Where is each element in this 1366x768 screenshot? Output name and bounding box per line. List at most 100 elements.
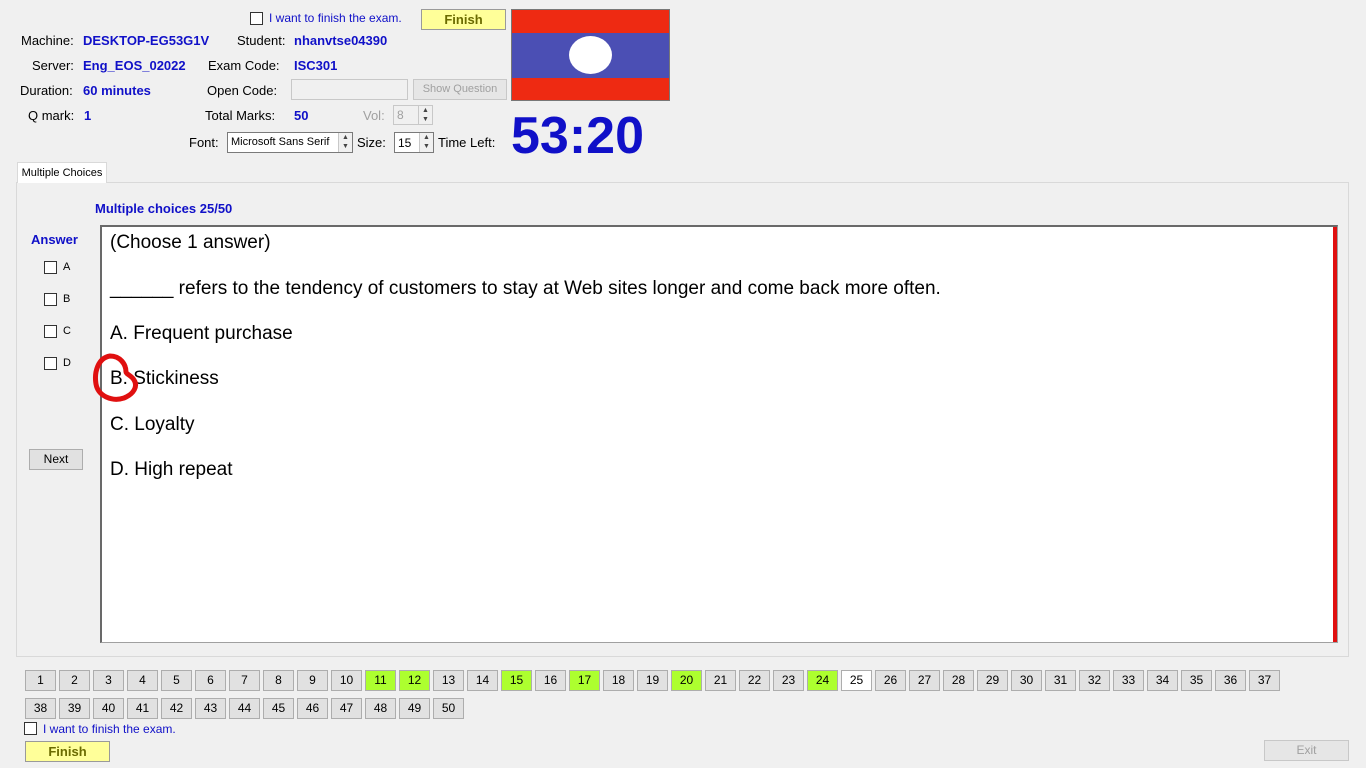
size-stepper[interactable]: 15 ▲ ▼ xyxy=(394,132,434,153)
time-left-value: 53:20 xyxy=(511,107,644,165)
question-nav-button-35[interactable]: 35 xyxy=(1181,670,1212,691)
red-circle-annotation xyxy=(93,353,139,402)
question-nav-button-29[interactable]: 29 xyxy=(977,670,1008,691)
vol-spin-arrows-icon[interactable]: ▲ ▼ xyxy=(418,106,432,124)
font-spin-arrows-icon[interactable]: ▲ ▼ xyxy=(338,133,352,152)
question-nav-button-48[interactable]: 48 xyxy=(365,698,396,719)
answer-checkbox-b[interactable] xyxy=(44,293,57,306)
option-a-text: A. Frequent purchase xyxy=(110,323,293,344)
question-nav-button-12[interactable]: 12 xyxy=(399,670,430,691)
finish-exam-label-bottom: I want to finish the exam. xyxy=(43,722,176,736)
question-nav-button-25[interactable]: 25 xyxy=(841,670,872,691)
student-value: nhanvtse04390 xyxy=(294,33,388,48)
qmark-value: 1 xyxy=(84,108,92,123)
question-nav-button-14[interactable]: 14 xyxy=(467,670,498,691)
finish-button-top[interactable]: Finish xyxy=(421,9,506,30)
option-d-text: D. High repeat xyxy=(110,459,233,480)
machine-value: DESKTOP-EG53G1V xyxy=(83,33,210,48)
question-nav-button-5[interactable]: 5 xyxy=(161,670,192,691)
size-label: Size: xyxy=(357,135,386,150)
question-nav-button-22[interactable]: 22 xyxy=(739,670,770,691)
question-nav-button-40[interactable]: 40 xyxy=(93,698,124,719)
finish-exam-label-top: I want to finish the exam. xyxy=(269,11,402,25)
answer-checkbox-a[interactable] xyxy=(44,261,57,274)
question-nav-button-39[interactable]: 39 xyxy=(59,698,90,719)
answer-checkbox-d[interactable] xyxy=(44,357,57,370)
question-instruction: (Choose 1 answer) xyxy=(110,232,271,253)
qmark-label: Q mark: xyxy=(28,108,75,123)
question-nav-button-34[interactable]: 34 xyxy=(1147,670,1178,691)
question-nav-button-50[interactable]: 50 xyxy=(433,698,464,719)
question-nav-button-33[interactable]: 33 xyxy=(1113,670,1144,691)
question-nav-button-26[interactable]: 26 xyxy=(875,670,906,691)
finish-button-bottom[interactable]: Finish xyxy=(25,741,110,762)
question-nav-button-2[interactable]: 2 xyxy=(59,670,90,691)
answer-label-b: B xyxy=(63,293,71,305)
question-nav-button-15[interactable]: 15 xyxy=(501,670,532,691)
question-nav-button-13[interactable]: 13 xyxy=(433,670,464,691)
open-code-input[interactable] xyxy=(291,79,408,100)
question-nav-button-27[interactable]: 27 xyxy=(909,670,940,691)
question-nav-button-41[interactable]: 41 xyxy=(127,698,158,719)
question-text-area[interactable]: (Choose 1 answer) ______ refers to the t… xyxy=(100,225,1338,643)
scrollbar-indicator[interactable] xyxy=(1333,227,1337,642)
question-nav-button-23[interactable]: 23 xyxy=(773,670,804,691)
question-nav-button-11[interactable]: 11 xyxy=(365,670,396,691)
question-nav-button-30[interactable]: 30 xyxy=(1011,670,1042,691)
duration-value: 60 minutes xyxy=(83,83,151,98)
flag-circle xyxy=(569,36,612,74)
question-nav-button-44[interactable]: 44 xyxy=(229,698,260,719)
size-value: 15 xyxy=(398,136,412,150)
question-nav-button-45[interactable]: 45 xyxy=(263,698,294,719)
question-nav-button-4[interactable]: 4 xyxy=(127,670,158,691)
question-nav-button-19[interactable]: 19 xyxy=(637,670,668,691)
question-nav-button-42[interactable]: 42 xyxy=(161,698,192,719)
question-nav-button-7[interactable]: 7 xyxy=(229,670,260,691)
vol-stepper[interactable]: 8 ▲ ▼ xyxy=(393,105,433,125)
question-nav-button-3[interactable]: 3 xyxy=(93,670,124,691)
show-question-button[interactable]: Show Question xyxy=(413,79,507,100)
font-value: Microsoft Sans Serif xyxy=(231,136,330,148)
question-nav-button-16[interactable]: 16 xyxy=(535,670,566,691)
question-nav-button-37[interactable]: 37 xyxy=(1249,670,1280,691)
question-nav-button-31[interactable]: 31 xyxy=(1045,670,1076,691)
question-nav-button-20[interactable]: 20 xyxy=(671,670,702,691)
question-nav-button-8[interactable]: 8 xyxy=(263,670,294,691)
question-nav-button-36[interactable]: 36 xyxy=(1215,670,1246,691)
size-spin-arrows-icon[interactable]: ▲ ▼ xyxy=(419,133,433,152)
question-nav-button-38[interactable]: 38 xyxy=(25,698,56,719)
font-selector[interactable]: Microsoft Sans Serif ▲ ▼ xyxy=(227,132,353,153)
next-button[interactable]: Next xyxy=(29,449,83,470)
flag-top-stripe xyxy=(512,10,669,33)
question-stem: ______ refers to the tendency of custome… xyxy=(110,278,941,299)
exit-button[interactable]: Exit xyxy=(1264,740,1349,761)
question-nav-button-9[interactable]: 9 xyxy=(297,670,328,691)
question-nav-button-43[interactable]: 43 xyxy=(195,698,226,719)
option-c-text: C. Loyalty xyxy=(110,414,195,435)
question-nav-button-47[interactable]: 47 xyxy=(331,698,362,719)
vol-value: 8 xyxy=(397,108,404,122)
question-nav-button-1[interactable]: 1 xyxy=(25,670,56,691)
answer-checkbox-c[interactable] xyxy=(44,325,57,338)
question-nav-button-46[interactable]: 46 xyxy=(297,698,328,719)
answer-heading: Answer xyxy=(31,232,78,247)
answer-label-d: D xyxy=(63,357,71,369)
question-nav-button-6[interactable]: 6 xyxy=(195,670,226,691)
time-left-label: Time Left: xyxy=(438,135,496,150)
question-nav-button-24[interactable]: 24 xyxy=(807,670,838,691)
question-nav-button-32[interactable]: 32 xyxy=(1079,670,1110,691)
finish-exam-checkbox-top[interactable] xyxy=(250,12,263,25)
question-counter: Multiple choices 25/50 xyxy=(95,201,233,216)
finish-exam-checkbox-bottom[interactable] xyxy=(24,722,37,735)
question-nav-button-10[interactable]: 10 xyxy=(331,670,362,691)
machine-label: Machine: xyxy=(21,33,74,48)
exam-code-label: Exam Code: xyxy=(208,58,280,73)
question-nav-button-18[interactable]: 18 xyxy=(603,670,634,691)
question-nav-button-28[interactable]: 28 xyxy=(943,670,974,691)
tab-multiple-choices[interactable]: Multiple Choices xyxy=(17,162,107,183)
question-nav-button-17[interactable]: 17 xyxy=(569,670,600,691)
question-nav-button-49[interactable]: 49 xyxy=(399,698,430,719)
question-nav-button-21[interactable]: 21 xyxy=(705,670,736,691)
server-label: Server: xyxy=(32,58,74,73)
student-label: Student: xyxy=(237,33,286,48)
